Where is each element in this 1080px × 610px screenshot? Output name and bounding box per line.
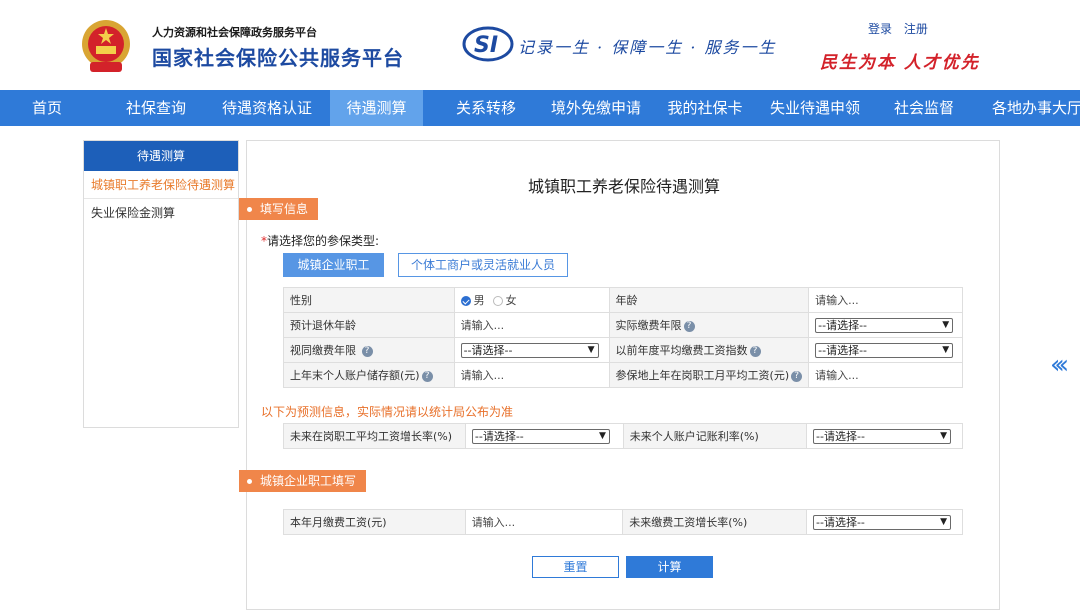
enterprise-table: 本年月缴费工资(元) 请输入... 未来缴费工资增长率(%) --请选择-- ▼ xyxy=(283,509,963,535)
si-logo-icon: SI xyxy=(462,26,514,62)
gender-label: 性别 xyxy=(283,287,455,313)
chevron-down-icon: ▼ xyxy=(942,344,950,355)
retire-age-label: 预计退休年龄 xyxy=(283,312,455,338)
age-input[interactable]: 请输入... xyxy=(808,287,963,313)
org-subtitle: 人力资源和社会保障政务服务平台 xyxy=(152,26,317,39)
sidebar-item-unemployment-calc[interactable]: 失业保险金测算 xyxy=(84,199,238,227)
table-row: 本年月缴费工资(元) 请输入... 未来缴费工资增长率(%) --请选择-- ▼ xyxy=(283,509,963,535)
nav-my-card[interactable]: 我的社保卡 xyxy=(658,90,752,126)
reset-button[interactable]: 重置 xyxy=(532,556,619,578)
calculate-button[interactable]: 计算 xyxy=(626,556,713,578)
site-header: 人力资源和社会保障政务服务平台 国家社会保险公共服务平台 SI 记录一生 · 保… xyxy=(0,0,1080,90)
nav-local-halls[interactable]: 各地办事大厅 xyxy=(986,90,1080,126)
svg-text:SI: SI xyxy=(474,33,498,58)
interest-cell: --请选择-- ▼ xyxy=(806,423,963,449)
deemed-years-label: 视同缴费年限 ? xyxy=(283,337,455,363)
table-row: 性别 男女 年龄 请输入... xyxy=(283,287,963,313)
wage-growth-select[interactable]: --请选择-- ▼ xyxy=(471,428,610,444)
nav-home[interactable]: 首页 xyxy=(0,90,94,126)
sidebar-title: 待遇测算 xyxy=(84,141,238,171)
table-row: 未来在岗职工平均工资增长率(%) --请选择-- ▼ 未来个人账户记账利率(%) … xyxy=(283,423,963,449)
login-link[interactable]: 登录 xyxy=(868,22,892,36)
insurance-type-label: *请选择您的参保类型: xyxy=(261,234,380,248)
section-tag-enterprise: 城镇企业职工填写 xyxy=(239,470,367,492)
chevron-down-icon: ▼ xyxy=(587,344,595,355)
sidebar-item-pension-calc[interactable]: 城镇职工养老保险待遇测算 xyxy=(84,171,238,199)
actual-years-label: 实际缴费年限? xyxy=(608,312,810,338)
national-emblem-icon xyxy=(82,20,130,72)
nav-transfer[interactable]: 关系转移 xyxy=(440,90,532,126)
basic-info-table: 性别 男女 年龄 请输入... 预计退休年龄 请输入... 实际缴费年限? --… xyxy=(283,287,963,388)
nav-unemployment[interactable]: 失业待遇申领 xyxy=(765,90,865,126)
gender-female-radio[interactable] xyxy=(492,296,503,306)
org-title: 国家社会保险公共服务平台 xyxy=(152,46,404,70)
table-row: 视同缴费年限 ? --请选择-- ▼ 以前年度平均缴费工资指数? --请选择-- ▼ xyxy=(283,337,963,363)
avg-index-select[interactable]: --请选择-- ▼ xyxy=(815,342,954,358)
interest-label: 未来个人账户记账利率(%) xyxy=(622,423,808,449)
slogan-right: 民生为本 人才优先 xyxy=(820,53,980,73)
balance-input[interactable]: 请输入... xyxy=(453,362,610,388)
avg-index-cell: --请选择-- ▼ xyxy=(808,337,963,363)
balance-label: 上年末个人账户储存额(元)? xyxy=(283,362,455,388)
nav-overseas-exemption[interactable]: 境外免缴申请 xyxy=(546,90,646,126)
nav-qualification[interactable]: 待遇资格认证 xyxy=(217,90,317,126)
help-icon[interactable]: ? xyxy=(749,345,761,357)
forecast-note: 以下为预测信息，实际情况请以统计局公布为准 xyxy=(261,405,514,419)
type-flexible-button[interactable]: 个体工商户或灵活就业人员 xyxy=(398,253,568,277)
help-icon[interactable]: ? xyxy=(421,370,433,382)
nav-supervision[interactable]: 社会监督 xyxy=(878,90,970,126)
chevron-down-icon: ▼ xyxy=(940,516,947,527)
help-icon[interactable]: ? xyxy=(683,320,695,332)
avg-index-label: 以前年度平均缴费工资指数? xyxy=(608,337,810,363)
retire-age-input[interactable]: 请输入... xyxy=(453,312,610,338)
help-icon[interactable]: ? xyxy=(361,345,373,357)
chevron-down-icon: ▼ xyxy=(598,430,606,441)
monthly-wage-input[interactable]: 请输入... xyxy=(464,509,624,535)
page-title: 城镇职工养老保险待遇测算 xyxy=(527,177,720,196)
nav-social-query[interactable]: 社保查询 xyxy=(110,90,202,126)
gender-male-radio[interactable] xyxy=(460,296,471,306)
deemed-years-cell: --请选择-- ▼ xyxy=(453,337,610,363)
help-icon[interactable]: ? xyxy=(791,370,803,382)
gender-radio-group: 男女 xyxy=(453,287,610,313)
slogan-left: 记录一生 · 保障一生 · 服务一生 xyxy=(518,38,777,57)
avg-wage-label: 参保地上年在岗职工月平均工资(元)? xyxy=(608,362,810,388)
type-enterprise-button[interactable]: 城镇企业职工 xyxy=(283,253,384,277)
wage-growth-label: 未来在岗职工平均工资增长率(%) xyxy=(283,423,466,449)
wage-growth-cell: --请选择-- ▼ xyxy=(464,423,624,449)
forecast-table: 未来在岗职工平均工资增长率(%) --请选择-- ▼ 未来个人账户记账利率(%) … xyxy=(283,423,963,449)
actual-years-select[interactable]: --请选择-- ▼ xyxy=(815,317,954,333)
deemed-years-select[interactable]: --请选择-- ▼ xyxy=(460,342,599,358)
section-tag-fill-info: 填写信息 xyxy=(239,198,319,220)
nav-benefit-calc[interactable]: 待遇测算 xyxy=(330,90,423,126)
auth-links: 登录 注册 xyxy=(868,20,936,37)
interest-select[interactable]: --请选择-- ▼ xyxy=(813,428,952,444)
main-nav: 首页 社保查询 待遇资格认证 待遇测算 关系转移 境外免缴申请 我的社保卡 失业… xyxy=(0,90,1080,126)
double-chevron-left-icon[interactable]: ‹‹‹ xyxy=(1050,350,1069,380)
table-row: 上年末个人账户储存额(元)? 请输入... 参保地上年在岗职工月平均工资(元)?… xyxy=(283,362,963,388)
contribution-growth-select[interactable]: --请选择-- ▼ xyxy=(813,514,951,530)
contribution-growth-label: 未来缴费工资增长率(%) xyxy=(622,509,807,535)
avg-wage-input[interactable]: 请输入... xyxy=(808,362,963,388)
gender-female-label: 女 xyxy=(505,294,517,307)
monthly-wage-label: 本年月缴费工资(元) xyxy=(283,509,466,535)
register-link[interactable]: 注册 xyxy=(904,22,928,36)
chevron-down-icon: ▼ xyxy=(942,319,950,330)
actual-years-cell: --请选择-- ▼ xyxy=(808,312,963,338)
contribution-growth-cell: --请选择-- ▼ xyxy=(806,509,963,535)
age-label: 年龄 xyxy=(608,287,810,313)
gender-male-label: 男 xyxy=(473,294,485,307)
chevron-down-icon: ▼ xyxy=(940,430,948,441)
sidebar: 待遇测算 城镇职工养老保险待遇测算 失业保险金测算 xyxy=(83,140,239,428)
table-row: 预计退休年龄 请输入... 实际缴费年限? --请选择-- ▼ xyxy=(283,312,963,338)
